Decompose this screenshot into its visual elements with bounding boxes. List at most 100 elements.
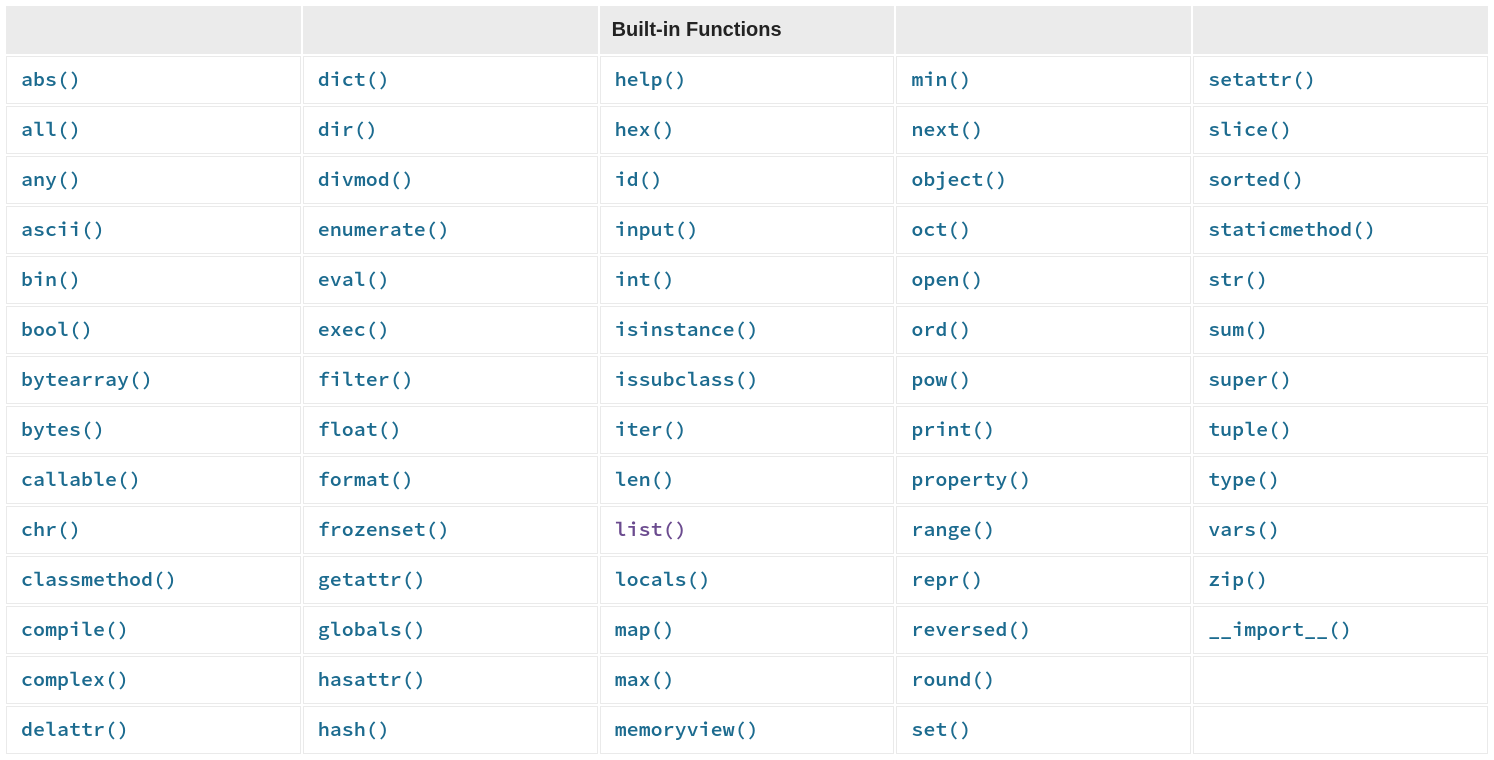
table-cell: min()	[896, 56, 1191, 104]
table-row: any() divmod() id() object() sorted()	[6, 156, 1488, 204]
builtin-link-all[interactable]: all()	[21, 117, 81, 142]
builtin-link-eval[interactable]: eval()	[318, 267, 390, 292]
builtin-link-exec[interactable]: exec()	[318, 317, 390, 342]
builtin-link-chr[interactable]: chr()	[21, 517, 81, 542]
builtin-link-hasattr[interactable]: hasattr()	[318, 667, 426, 692]
builtin-link-isinstance[interactable]: isinstance()	[615, 317, 759, 342]
builtin-link-bin[interactable]: bin()	[21, 267, 81, 292]
builtin-link-range[interactable]: range()	[911, 517, 995, 542]
builtin-link-min[interactable]: min()	[911, 67, 971, 92]
builtin-link-any[interactable]: any()	[21, 167, 81, 192]
table-cell: super()	[1193, 356, 1488, 404]
table-row: compile() globals() map() reversed() __impor…	[6, 606, 1488, 654]
table-cell: oct()	[896, 206, 1191, 254]
builtin-link-bool[interactable]: bool()	[21, 317, 93, 342]
builtin-link-zip[interactable]: zip()	[1208, 567, 1268, 592]
builtin-link-locals[interactable]: locals()	[615, 567, 711, 592]
table-cell: isinstance()	[600, 306, 895, 354]
builtin-link-pow[interactable]: pow()	[911, 367, 971, 392]
builtin-link-callable[interactable]: callable()	[21, 467, 141, 492]
builtin-link-map[interactable]: map()	[615, 617, 675, 642]
builtin-link-help[interactable]: help()	[615, 67, 687, 92]
table-cell: ord()	[896, 306, 1191, 354]
builtin-link-tuple[interactable]: tuple()	[1208, 417, 1292, 442]
builtin-link-sum[interactable]: sum()	[1208, 317, 1268, 342]
builtin-link-vars[interactable]: vars()	[1208, 517, 1280, 542]
builtin-link-globals[interactable]: globals()	[318, 617, 426, 642]
table-cell: setattr()	[1193, 56, 1488, 104]
builtin-link-slice[interactable]: slice()	[1208, 117, 1292, 142]
table-row: chr() frozenset() list() range() vars()	[6, 506, 1488, 554]
table-cell: slice()	[1193, 106, 1488, 154]
builtin-link-iter[interactable]: iter()	[615, 417, 687, 442]
table-cell: frozenset()	[303, 506, 598, 554]
builtin-link-next[interactable]: next()	[911, 117, 983, 142]
table-cell: float()	[303, 406, 598, 454]
builtin-link-dict[interactable]: dict()	[318, 67, 390, 92]
builtin-link-super[interactable]: super()	[1208, 367, 1292, 392]
builtin-link-bytes[interactable]: bytes()	[21, 417, 105, 442]
table-cell: round()	[896, 656, 1191, 704]
header-col-5	[1193, 6, 1488, 54]
builtin-link-list[interactable]: list()	[615, 517, 687, 542]
builtin-link-dir[interactable]: dir()	[318, 117, 378, 142]
builtin-link-property[interactable]: property()	[911, 467, 1031, 492]
builtin-link-complex[interactable]: complex()	[21, 667, 129, 692]
builtin-link-sorted[interactable]: sorted()	[1208, 167, 1304, 192]
header-col-2	[303, 6, 598, 54]
builtin-link-str[interactable]: str()	[1208, 267, 1268, 292]
table-row: classmethod() getattr() locals() repr() zip(…	[6, 556, 1488, 604]
builtin-link-repr[interactable]: repr()	[911, 567, 983, 592]
builtin-link-len[interactable]: len()	[615, 467, 675, 492]
builtin-link-float[interactable]: float()	[318, 417, 402, 442]
table-cell: hash()	[303, 706, 598, 754]
table-cell: divmod()	[303, 156, 598, 204]
header-col-4	[896, 6, 1191, 54]
builtin-link-hex[interactable]: hex()	[615, 117, 675, 142]
table-cell: classmethod()	[6, 556, 301, 604]
table-cell: sum()	[1193, 306, 1488, 354]
builtin-link-oct[interactable]: oct()	[911, 217, 971, 242]
builtin-link-id[interactable]: id()	[615, 167, 663, 192]
builtin-link-setattr[interactable]: setattr()	[1208, 67, 1316, 92]
table-cell: zip()	[1193, 556, 1488, 604]
builtin-link-max[interactable]: max()	[615, 667, 675, 692]
builtin-link-issubclass[interactable]: issubclass()	[615, 367, 759, 392]
builtin-link-compile[interactable]: compile()	[21, 617, 129, 642]
builtin-link-delattr[interactable]: delattr()	[21, 717, 129, 742]
builtin-link-round[interactable]: round()	[911, 667, 995, 692]
builtin-link-ascii[interactable]: ascii()	[21, 217, 105, 242]
builtin-link-staticmethod[interactable]: staticmethod()	[1208, 217, 1376, 242]
builtin-link-bytearray[interactable]: bytearray()	[21, 367, 153, 392]
table-cell: range()	[896, 506, 1191, 554]
table-cell: locals()	[600, 556, 895, 604]
builtin-link-input[interactable]: input()	[615, 217, 699, 242]
builtin-link-abs[interactable]: abs()	[21, 67, 81, 92]
table-cell: vars()	[1193, 506, 1488, 554]
table-cell	[1193, 706, 1488, 754]
builtin-link-memoryview[interactable]: memoryview()	[615, 717, 759, 742]
table-cell: eval()	[303, 256, 598, 304]
table-cell: abs()	[6, 56, 301, 104]
builtin-link-filter[interactable]: filter()	[318, 367, 414, 392]
builtin-link-import[interactable]: __import__()	[1208, 617, 1352, 642]
table-row: abs() dict() help() min() setattr()	[6, 56, 1488, 104]
builtin-link-object[interactable]: object()	[911, 167, 1007, 192]
builtin-link-reversed[interactable]: reversed()	[911, 617, 1031, 642]
builtin-link-classmethod[interactable]: classmethod()	[21, 567, 177, 592]
builtin-link-int[interactable]: int()	[615, 267, 675, 292]
builtin-link-type[interactable]: type()	[1208, 467, 1280, 492]
builtin-link-enumerate[interactable]: enumerate()	[318, 217, 450, 242]
builtin-link-set[interactable]: set()	[911, 717, 971, 742]
table-cell: issubclass()	[600, 356, 895, 404]
builtin-link-getattr[interactable]: getattr()	[318, 567, 426, 592]
builtin-link-format[interactable]: format()	[318, 467, 414, 492]
builtin-link-frozenset[interactable]: frozenset()	[318, 517, 450, 542]
table-cell: str()	[1193, 256, 1488, 304]
builtin-link-divmod[interactable]: divmod()	[318, 167, 414, 192]
table-cell: hex()	[600, 106, 895, 154]
builtin-link-print[interactable]: print()	[911, 417, 995, 442]
builtin-link-ord[interactable]: ord()	[911, 317, 971, 342]
builtin-link-open[interactable]: open()	[911, 267, 983, 292]
builtin-link-hash[interactable]: hash()	[318, 717, 390, 742]
